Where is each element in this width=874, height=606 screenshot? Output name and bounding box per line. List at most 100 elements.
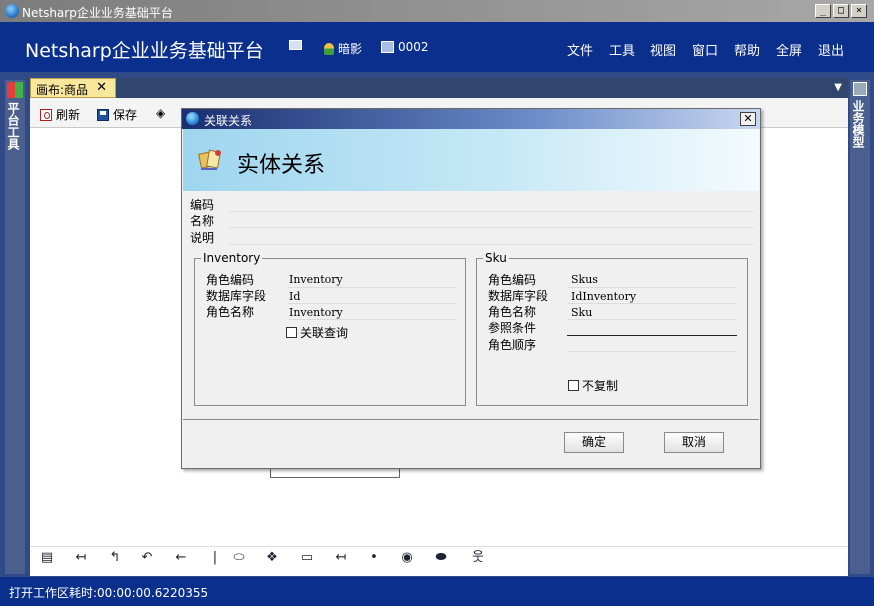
tab-label: 画布:商品: [36, 83, 89, 97]
desc-input[interactable]: [229, 244, 753, 245]
right-db-field-value[interactable]: IdInventory: [571, 290, 636, 303]
document-tabstrip: 画布:商品 ✕ ▼: [30, 78, 848, 98]
right-model-panel[interactable]: 业务模型: [850, 80, 870, 574]
camera-icon[interactable]: [289, 40, 302, 50]
refresh-button[interactable]: 刷新: [40, 106, 80, 123]
role-order-label: 角色顺序: [488, 338, 537, 352]
refresh-icon: [40, 108, 52, 121]
left-db-field-underline: [287, 303, 455, 304]
connector-tool-icon[interactable]: ↤: [333, 550, 349, 566]
minimize-button[interactable]: _: [815, 4, 831, 18]
desc-label: 说明: [190, 231, 215, 245]
left-role-code-underline: [287, 287, 455, 288]
grid-icon: [7, 82, 23, 98]
tab-canvas-product[interactable]: 画布:商品 ✕: [30, 78, 116, 98]
role-order-input[interactable]: [567, 351, 737, 352]
model-icon: [853, 82, 867, 96]
user-info[interactable]: 暗影: [324, 40, 362, 57]
org-code: 0002: [398, 40, 429, 54]
arrow-left-icon[interactable]: ←: [173, 550, 189, 566]
menu-window[interactable]: 窗口: [692, 40, 718, 59]
right-role-code-value[interactable]: Skus: [571, 273, 598, 286]
inventory-group: Inventory 角色编码 Inventory 数据库字段 Id 角色名称 I…: [194, 251, 466, 406]
dialog-globe-icon: [186, 112, 199, 125]
left-role-name-value[interactable]: Inventory: [289, 306, 343, 319]
no-copy-label: 不复制: [582, 379, 619, 393]
select-tool-icon[interactable]: ▤: [39, 550, 55, 566]
menu-help[interactable]: 帮助: [734, 40, 760, 59]
cancel-button[interactable]: 取消: [664, 432, 724, 453]
checkbox-box: [568, 380, 579, 391]
right-role-name-underline: [567, 319, 737, 320]
curve-arrow-icon[interactable]: ↰: [107, 550, 123, 566]
actor-tool-icon[interactable]: 웃: [470, 550, 486, 566]
sku-group: Sku 角色编码 Skus 数据库字段 IdInventory 角色名称 Sku…: [476, 251, 748, 406]
shape-toolbar: ▤ ↤ ↰ ↶ ← | ⬭ ❖ ▭ ↤ • ◉ ⬬ 웃: [30, 546, 848, 570]
menu-view[interactable]: 视图: [650, 40, 676, 59]
dialog-banner: 实体关系: [183, 129, 759, 191]
radio-tool-icon[interactable]: ◉: [399, 550, 415, 566]
window-title: Netsharp企业业务基础平台: [22, 6, 173, 20]
separator-icon: |: [212, 550, 218, 565]
left-db-field-value[interactable]: Id: [289, 290, 300, 303]
link-left-icon[interactable]: ↤: [73, 550, 89, 566]
code-label: 编码: [190, 198, 215, 212]
maximize-button[interactable]: □: [833, 4, 849, 18]
point-tool-icon[interactable]: •: [366, 550, 382, 566]
code-input[interactable]: [229, 211, 753, 212]
save-label: 保存: [113, 108, 138, 122]
dialog-title: 关联关系: [204, 114, 253, 128]
tab-dropdown-icon[interactable]: ▼: [834, 82, 842, 93]
rectangle-tool-icon[interactable]: ▭: [299, 550, 315, 566]
name-input[interactable]: [229, 227, 753, 228]
related-query-label: 关联查询: [300, 326, 349, 340]
user-icon: [324, 42, 334, 55]
right-role-name-label: 角色名称: [488, 305, 537, 319]
no-copy-checkbox[interactable]: 不复制: [568, 377, 618, 394]
left-toolbox-panel[interactable]: 平台工具: [5, 80, 25, 574]
left-role-code-value[interactable]: Inventory: [289, 273, 343, 286]
right-db-field-underline: [567, 303, 737, 304]
sku-group-legend: Sku: [483, 251, 509, 265]
right-db-field-label: 数据库字段: [488, 289, 549, 303]
inventory-group-legend: Inventory: [201, 251, 263, 265]
close-tab-icon[interactable]: ✕: [96, 80, 107, 95]
ok-button[interactable]: 确定: [564, 432, 624, 453]
dialog-titlebar: 关联关系 ✕: [182, 109, 760, 129]
ref-condition-label: 参照条件: [488, 321, 537, 335]
status-text: 打开工作区耗时:00:00:00.6220355: [9, 586, 209, 600]
window-titlebar: Netsharp企业业务基础平台 _ □ ×: [0, 0, 874, 22]
left-toolbox-label: 平台工具: [6, 102, 20, 150]
save-button[interactable]: 保存: [97, 106, 137, 123]
ellipse-tool-icon[interactable]: ⬭: [231, 550, 247, 566]
layout-button[interactable]: ◈: [156, 106, 165, 120]
entities-tool-icon[interactable]: ❖: [264, 550, 280, 566]
menu-fullscreen[interactable]: 全屏: [776, 40, 802, 59]
checkbox-box: [286, 327, 297, 338]
menu-exit[interactable]: 退出: [818, 40, 844, 59]
left-role-name-underline: [287, 319, 455, 320]
menu-tools[interactable]: 工具: [609, 40, 635, 59]
close-button[interactable]: ×: [851, 4, 867, 18]
dialog-close-button[interactable]: ✕: [740, 112, 756, 126]
right-role-name-value[interactable]: Sku: [571, 306, 592, 319]
left-db-field-label: 数据库字段: [206, 289, 267, 303]
related-query-checkbox[interactable]: 关联查询: [286, 324, 348, 341]
status-bar: 打开工作区耗时:00:00:00.6220355: [0, 577, 874, 606]
hook-arrow-icon[interactable]: ↶: [139, 550, 155, 566]
right-model-label: 业务模型: [851, 100, 865, 148]
right-role-code-label: 角色编码: [488, 273, 537, 287]
layout-icon: ◈: [156, 106, 166, 120]
right-role-code-underline: [567, 287, 737, 288]
name-label: 名称: [190, 214, 215, 228]
entity-relation-icon: [198, 149, 221, 170]
dialog-footer-divider: [183, 419, 759, 420]
org-info[interactable]: 0002: [381, 40, 429, 54]
relation-dialog: 关联关系 ✕ 实体关系 编码 名称 说明 Inventory 角色编码 Inve…: [181, 108, 761, 469]
menu-file[interactable]: 文件: [567, 40, 593, 59]
oval-tool-icon[interactable]: ⬬: [433, 550, 449, 566]
user-name: 暗影: [338, 42, 363, 56]
left-role-code-label: 角色编码: [206, 273, 255, 287]
app-globe-icon: [5, 4, 19, 18]
ref-condition-input[interactable]: [567, 335, 737, 336]
